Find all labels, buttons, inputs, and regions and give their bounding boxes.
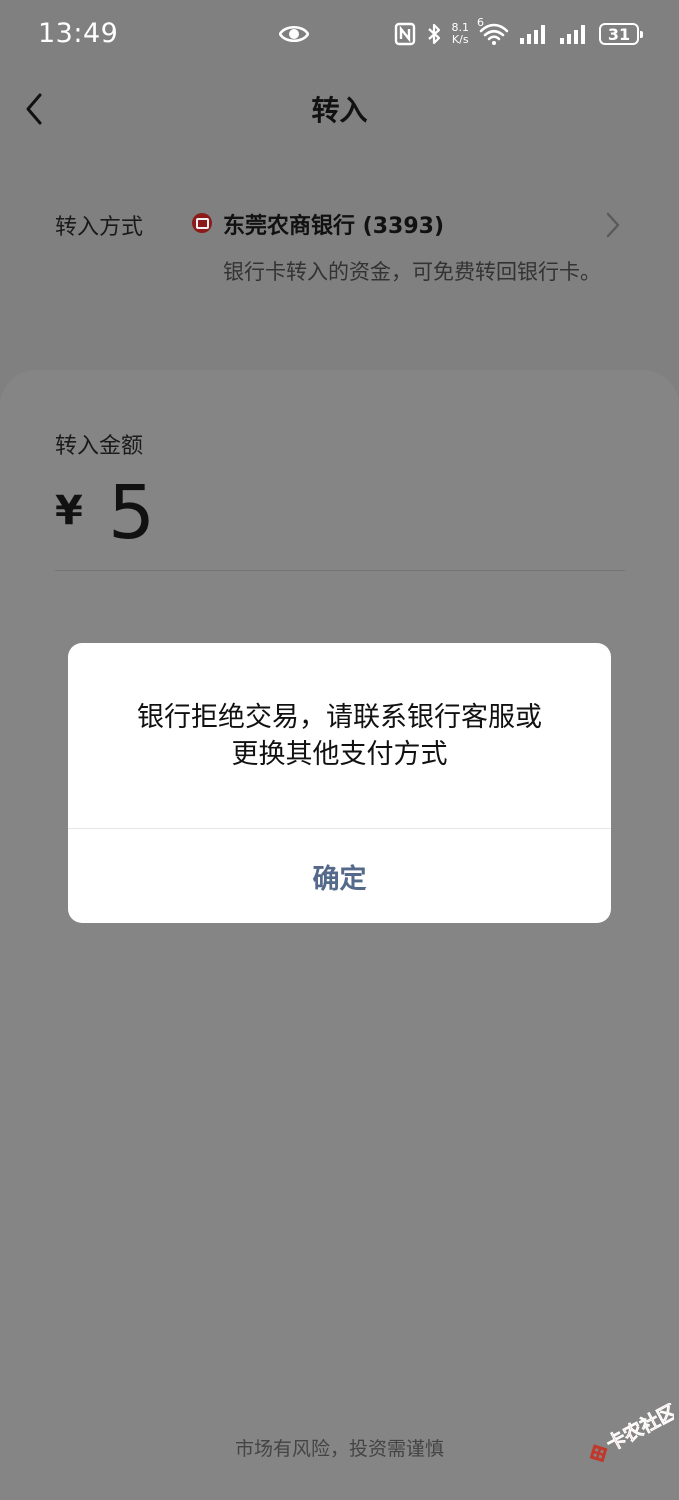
watermark-text: 卡农社区 [603,1403,674,1456]
amount-label: 转入金额 [55,434,144,459]
bank-logo-icon [192,213,212,233]
bank-name: 东莞农商银行 (3393) [223,214,444,239]
signal-icon-2 [560,25,585,44]
battery-icon: 31 [599,23,643,45]
network-speed: 8.1 K/s [452,22,470,46]
wifi-indicator: 6 [477,16,509,46]
chevron-right-icon[interactable] [605,211,621,239]
amount-divider [55,570,625,571]
watermark-logo: 卡农社区 [589,1403,674,1463]
eye-icon [279,25,309,43]
header: 转入 [0,75,679,141]
transfer-method-hint: 银行卡转入的资金，可免费转回银行卡。 [223,260,601,284]
wifi-label: 6 [477,16,484,29]
dialog-message-line-2: 更换其他支付方式 [231,739,448,770]
battery-level: 31 [607,24,631,44]
dialog-message-line-1: 银行拒绝交易，请联系银行客服或 [137,702,542,733]
signal-icon-1 [520,25,545,44]
currency-symbol: ¥ [55,488,83,534]
page-title: 转入 [311,94,368,127]
transfer-method-row[interactable]: 转入方式 东莞农商银行 (3393) 银行卡转入的资金，可免费转回银行卡。 [0,195,679,335]
status-bar: 13:49 8.1 K/s 6 31 [0,0,679,70]
nfc-icon [394,22,415,46]
dialog-message: 银行拒绝交易，请联系银行客服或 更换其他支付方式 [98,699,581,773]
bluetooth-icon [427,23,440,45]
status-icons: 8.1 K/s 6 31 [394,16,643,50]
amount-input[interactable]: 5 [108,470,155,556]
confirm-button[interactable]: 确定 [68,829,611,923]
alert-dialog: 银行拒绝交易，请联系银行客服或 更换其他支付方式 确定 [68,643,611,923]
status-time: 13:49 [38,18,119,49]
transfer-method-label: 转入方式 [55,215,144,240]
network-speed-unit: K/s [451,33,469,46]
amount-card: 转入金额 ¥ 5 市场有风险，投资需谨慎 卡农社区 [0,370,679,1500]
